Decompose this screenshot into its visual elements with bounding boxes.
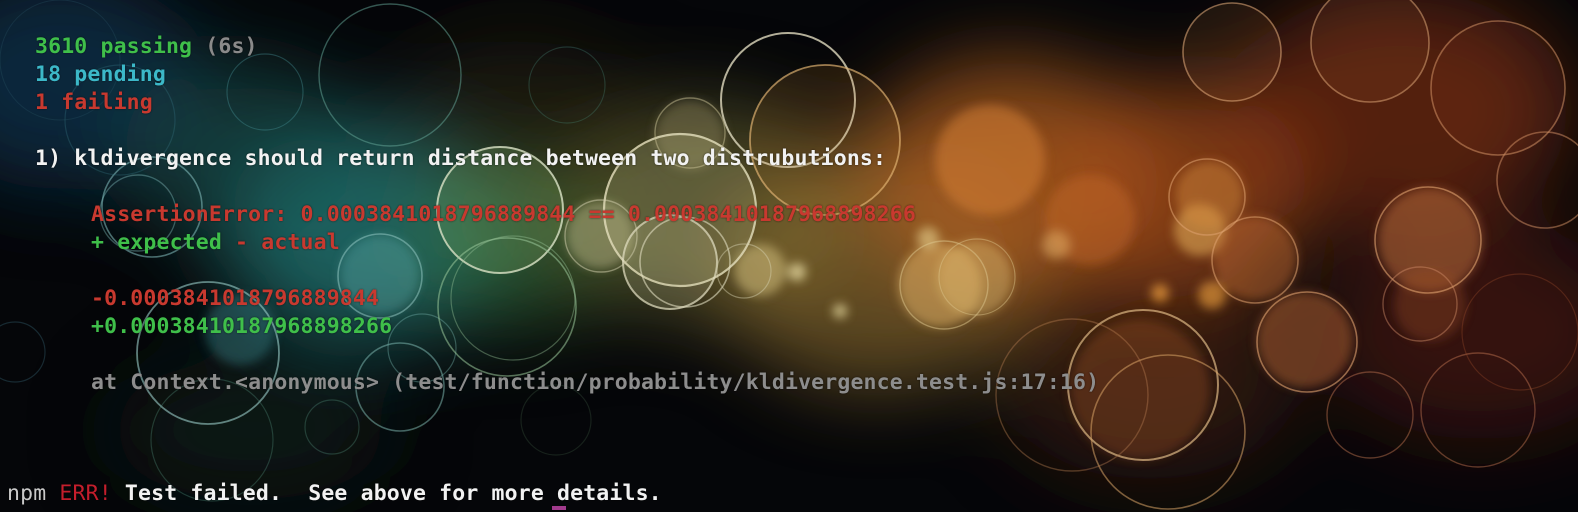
diff-expected-line: +0.00038410187968898266 bbox=[91, 314, 393, 339]
terminal-output: 3610 passing (6s) 18 pending 1 failing 1… bbox=[0, 0, 1578, 512]
pending-count: 18 bbox=[35, 62, 62, 87]
diff-legend: + expected - actual bbox=[91, 229, 340, 257]
test-duration: (6s) bbox=[192, 34, 258, 59]
legend-actual: - actual bbox=[221, 230, 340, 255]
diff-actual-line: -0.0003841018796889844 bbox=[91, 286, 380, 311]
failing-summary: 1 failing bbox=[35, 90, 153, 115]
npm-prefix: npm bbox=[7, 481, 47, 506]
npm-error-message: Test failed. See above for more details. bbox=[124, 481, 662, 506]
legend-expected: + expected bbox=[91, 230, 222, 255]
assertion-error: AssertionError: 0.0003841018796889844 ==… bbox=[91, 202, 916, 227]
passing-summary: 3610 passing (6s) bbox=[35, 33, 258, 61]
pending-label: pending bbox=[61, 62, 166, 87]
passing-count: 3610 bbox=[35, 34, 88, 59]
passing-label: passing bbox=[87, 34, 193, 59]
pending-summary: 18 pending bbox=[35, 61, 166, 89]
npm-err-badge: ERR! bbox=[59, 481, 112, 506]
terminal-cursor bbox=[552, 506, 566, 510]
stack-trace: at Context.<anonymous> (test/function/pr… bbox=[91, 370, 1100, 395]
npm-error-line: npm ERR! Test failed. See above for more… bbox=[7, 480, 662, 508]
failure-title: 1) kldivergence should return distance b… bbox=[35, 146, 887, 171]
